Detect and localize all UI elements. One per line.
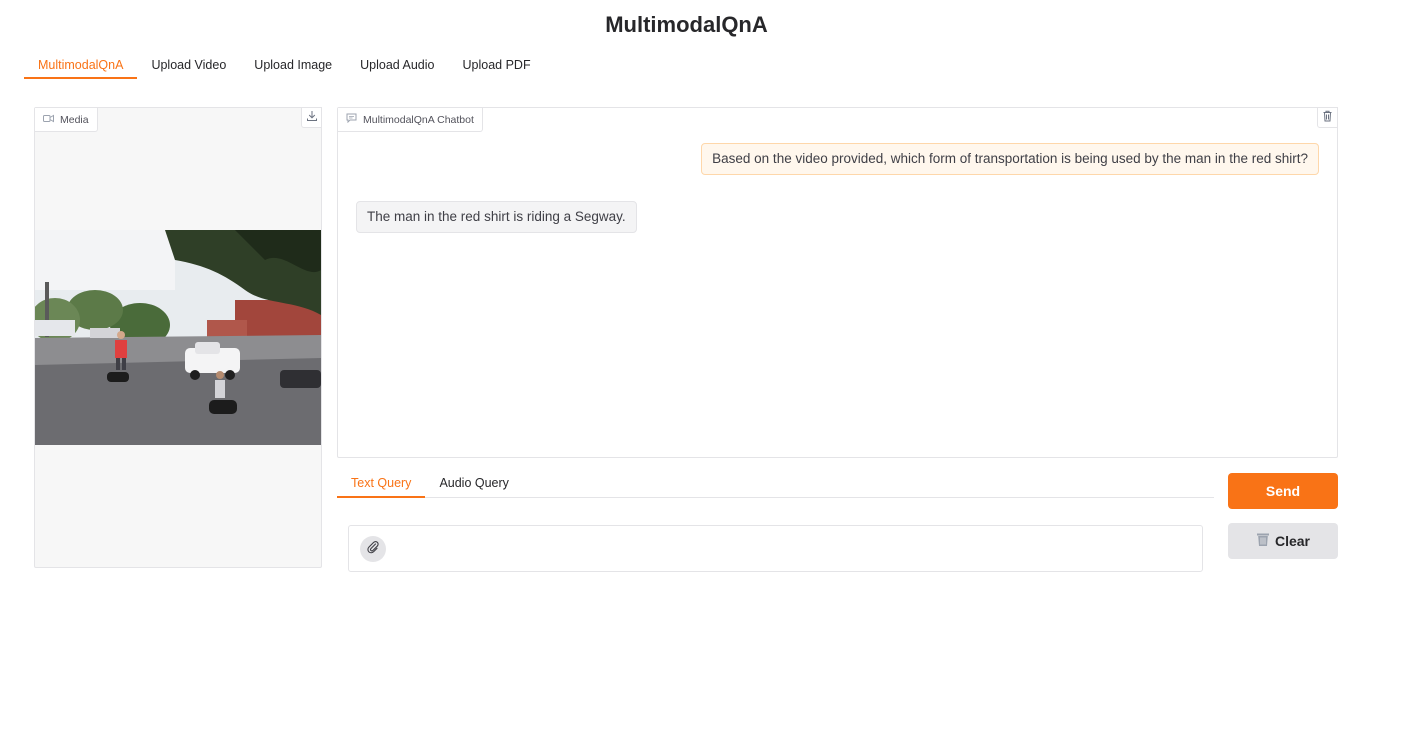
page-title: MultimodalQnA <box>605 12 768 37</box>
main-tab-bar: MultimodalQnA Upload Video Upload Image … <box>24 52 545 80</box>
tab-upload-audio[interactable]: Upload Audio <box>346 52 448 79</box>
send-button[interactable]: Send <box>1228 473 1338 509</box>
tab-upload-image[interactable]: Upload Image <box>240 52 346 79</box>
video-frame-image <box>35 230 321 445</box>
clear-button-label: Clear <box>1274 533 1311 549</box>
download-icon <box>306 109 318 127</box>
text-query-input[interactable] <box>397 534 1192 564</box>
video-player[interactable] <box>35 230 321 445</box>
media-label: Media <box>35 108 98 132</box>
chatbot-label: MultimodalQnA Chatbot <box>338 108 483 132</box>
query-tab-bar: Text Query Audio Query <box>337 471 1214 498</box>
text-query-box <box>348 525 1203 572</box>
tab-audio-query[interactable]: Audio Query <box>425 471 522 498</box>
chatbot-label-text: MultimodalQnA Chatbot <box>363 113 474 126</box>
tab-text-query[interactable]: Text Query <box>337 471 426 498</box>
tab-upload-pdf[interactable]: Upload PDF <box>449 52 545 79</box>
download-button[interactable] <box>301 107 322 128</box>
media-panel: Media <box>34 107 322 568</box>
chat-clear-button[interactable] <box>1317 107 1338 128</box>
tab-upload-video[interactable]: Upload Video <box>137 52 240 79</box>
attach-button[interactable] <box>360 536 386 562</box>
chatbot-panel: MultimodalQnA Chatbot Based on the video… <box>337 107 1338 458</box>
trash-icon <box>1256 532 1270 550</box>
user-message: Based on the video provided, which form … <box>701 143 1319 175</box>
bot-message: The man in the red shirt is riding a Seg… <box>356 201 637 233</box>
clear-button[interactable]: Clear <box>1228 523 1338 559</box>
chat-icon <box>346 113 357 126</box>
paperclip-icon <box>366 540 380 559</box>
trash-icon <box>1322 109 1333 127</box>
video-camera-icon <box>43 114 54 126</box>
media-label-text: Media <box>60 113 89 126</box>
tab-multimodalqna[interactable]: MultimodalQnA <box>24 52 138 79</box>
